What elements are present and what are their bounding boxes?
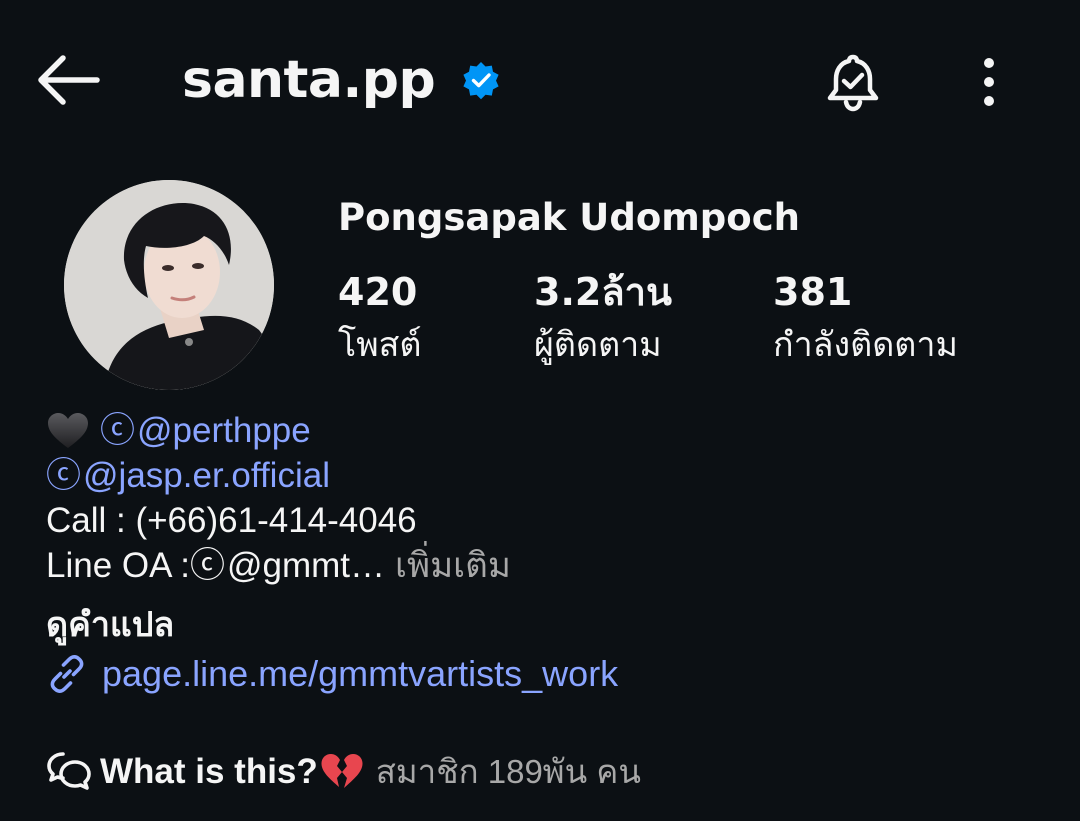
threads-icon: ⓒ bbox=[46, 456, 82, 495]
verified-badge-icon bbox=[463, 62, 499, 100]
bio-mention-perthppe-text: @perthppe bbox=[137, 411, 311, 450]
profile-page: santa.pp Pongsapak Udompoch 420 โพสต์ 3.… bbox=[0, 0, 1080, 821]
avatar-photo bbox=[64, 180, 274, 390]
bio-mention-jasper[interactable]: ⓒ@jasp.er.official bbox=[46, 453, 330, 498]
posts-count-label: โพสต์ bbox=[338, 325, 422, 365]
back-button[interactable] bbox=[32, 50, 104, 110]
more-options-button[interactable] bbox=[968, 52, 1010, 112]
bio-line-oa-prefix: Line OA : bbox=[46, 546, 190, 585]
threads-icon: ⓒ bbox=[100, 411, 136, 450]
arrow-left-icon bbox=[38, 55, 100, 105]
posts-count[interactable]: 420 โพสต์ bbox=[338, 266, 422, 372]
bio-line-oa-handle: @gmmt… bbox=[227, 546, 386, 585]
threads-icon: ⓒ bbox=[189, 546, 225, 585]
broadcast-channel-link[interactable]: What is this? สมาชิก 189พัน คน bbox=[46, 748, 641, 796]
following-count[interactable]: 381 กำลังติดตาม bbox=[773, 266, 958, 372]
followers-count-value: 3.2ล้าน bbox=[534, 270, 672, 314]
profile-bio: ⓒ@perthppe ⓒ@jasp.er.official Call : (+6… bbox=[46, 408, 511, 588]
bio-more-link[interactable]: เพิ่มเติม bbox=[395, 543, 511, 588]
following-count-value: 381 bbox=[773, 270, 853, 314]
notification-bell-button[interactable] bbox=[816, 46, 890, 120]
bio-line-3: Call : (+66)61-414-4046 bbox=[46, 501, 417, 540]
profile-avatar[interactable] bbox=[64, 180, 274, 390]
posts-count-value: 420 bbox=[338, 270, 418, 314]
link-icon bbox=[50, 655, 84, 693]
bio-line-4: Line OA : ⓒ @gmmt… เพิ่มเติม bbox=[46, 543, 511, 588]
bio-line-1: ⓒ@perthppe bbox=[46, 408, 511, 453]
channel-member-count: สมาชิก 189พัน คน bbox=[375, 753, 641, 790]
bio-mention-jasper-text: @jasp.er.official bbox=[83, 456, 330, 495]
website-url: page.line.me/gmmtvartists_work bbox=[102, 653, 619, 694]
followers-count[interactable]: 3.2ล้าน ผู้ติดตาม bbox=[534, 266, 672, 372]
following-count-label: กำลังติดตาม bbox=[773, 325, 958, 365]
more-vertical-icon bbox=[984, 58, 994, 106]
broken-heart-icon bbox=[321, 754, 363, 788]
profile-username: santa.pp bbox=[182, 50, 436, 110]
bio-line-2: ⓒ@jasp.er.official bbox=[46, 453, 511, 498]
followers-count-label: ผู้ติดตาม bbox=[534, 325, 662, 365]
profile-full-name: Pongsapak Udompoch bbox=[338, 196, 800, 239]
black-heart-icon bbox=[48, 412, 88, 448]
bio-mention-perthppe[interactable]: ⓒ@perthppe bbox=[100, 408, 311, 453]
see-translation-link[interactable]: ดูคำแปล bbox=[46, 602, 174, 648]
website-link[interactable]: page.line.me/gmmtvartists_work bbox=[46, 650, 618, 698]
chat-bubbles-icon bbox=[47, 752, 91, 790]
bell-check-icon bbox=[827, 54, 879, 112]
channel-name: What is this? bbox=[100, 752, 318, 791]
